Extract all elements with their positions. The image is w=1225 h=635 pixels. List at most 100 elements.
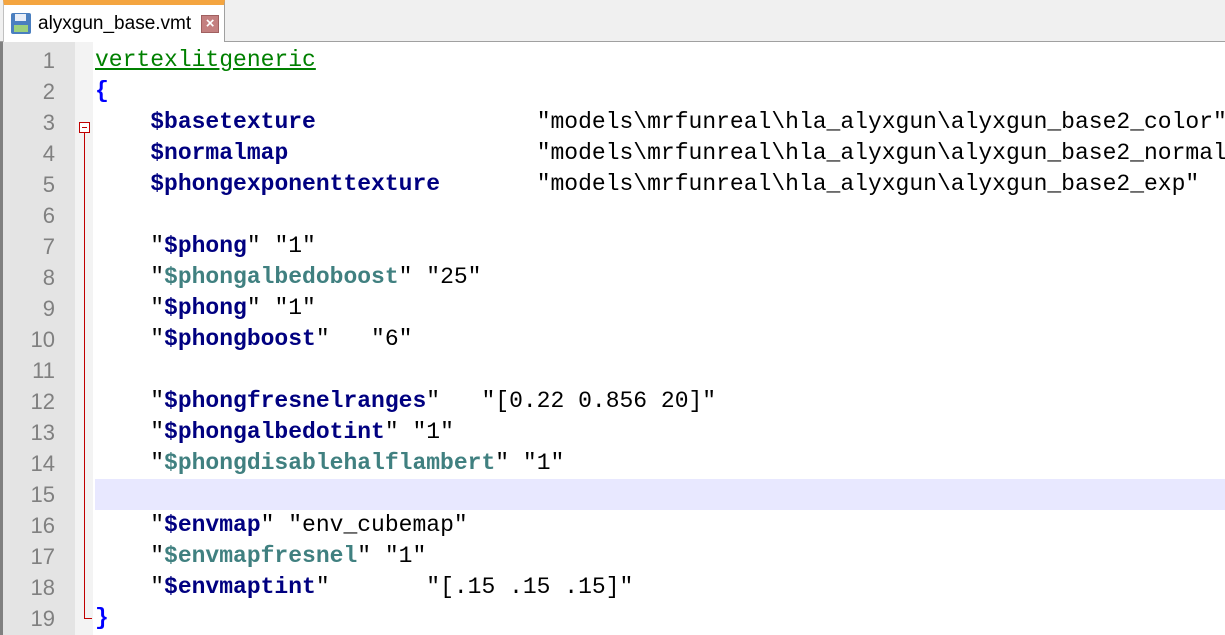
line-code[interactable]: "$phongdisablehalflambert" "1" bbox=[95, 448, 1225, 479]
code-token: " "env_cubemap" bbox=[260, 512, 468, 538]
code-token: " "1" bbox=[495, 450, 565, 476]
code-line[interactable]: 17 "$envmapfresnel" "1" bbox=[3, 541, 1225, 572]
code-line[interactable]: 3 $basetexture "models\mrfunreal\hla_aly… bbox=[3, 107, 1225, 138]
line-number: 4 bbox=[42, 141, 55, 166]
line-code[interactable]: { bbox=[95, 76, 1225, 107]
tab-label: alyxgun_base.vmt bbox=[38, 12, 192, 34]
code-token: $normalmap bbox=[150, 140, 289, 166]
code-token: $phong bbox=[164, 233, 247, 259]
line-code[interactable] bbox=[95, 355, 1225, 386]
save-icon bbox=[11, 13, 31, 34]
line-code[interactable]: "$phongfresnelranges" "[0.22 0.856 20]" bbox=[95, 386, 1225, 417]
code-editor[interactable]: 1 vertexlitgeneric 2{3 $basetexture "model… bbox=[0, 42, 1225, 635]
line-number: 8 bbox=[42, 265, 55, 290]
code-token: " bbox=[95, 574, 165, 600]
code-line[interactable]: 10 "$phongboost" "6" bbox=[3, 324, 1225, 355]
line-number: 10 bbox=[30, 327, 55, 352]
code-token: $envmaptint bbox=[164, 574, 316, 600]
line-code[interactable]: "$phongboost" "6" bbox=[95, 324, 1225, 355]
code-token: "models\mrfunreal\hla_alyxgun\alyxgun_ba… bbox=[315, 109, 1225, 135]
code-token: $phongdisablehalflambert bbox=[164, 450, 496, 476]
code-line[interactable]: 11 bbox=[3, 355, 1225, 386]
line-code[interactable]: "$phongalbedotint" "1" bbox=[95, 417, 1225, 448]
tab-alyxgun-base-vmt[interactable]: alyxgun_base.vmt × bbox=[3, 0, 225, 42]
code-token: $phongfresnelranges bbox=[164, 388, 427, 414]
code-line[interactable]: 16 "$envmap" "env_cubemap" bbox=[3, 510, 1225, 541]
code-token: $phongboost bbox=[164, 326, 316, 352]
fold-end bbox=[84, 618, 92, 619]
fold-line bbox=[84, 133, 85, 618]
code-line[interactable]: 1 vertexlitgeneric bbox=[3, 45, 1225, 76]
code-line[interactable]: 8 "$phongalbedoboost" "25" bbox=[3, 262, 1225, 293]
line-number: 3 bbox=[42, 110, 55, 135]
code-line[interactable]: 14 "$phongdisablehalflambert" "1" bbox=[3, 448, 1225, 479]
code-line[interactable]: 12 "$phongfresnelranges" "[0.22 0.856 20… bbox=[3, 386, 1225, 417]
code-line[interactable]: 2{ bbox=[3, 76, 1225, 107]
code-line[interactable]: 19} bbox=[3, 603, 1225, 634]
code-token: " bbox=[95, 450, 165, 476]
line-number: 14 bbox=[30, 451, 55, 476]
line-number: 13 bbox=[30, 420, 55, 445]
line-code[interactable]: } bbox=[95, 603, 1225, 634]
line-code[interactable]: "$phongalbedoboost" "25" bbox=[95, 262, 1225, 293]
code-token: " "1" bbox=[384, 419, 454, 445]
code-token: " "[0.22 0.856 20]" bbox=[426, 388, 717, 414]
code-line[interactable]: 5 $phongexponenttexture "models\mrfunrea… bbox=[3, 169, 1225, 200]
line-number: 16 bbox=[30, 513, 55, 538]
line-number: 15 bbox=[30, 482, 55, 507]
code-token: " bbox=[95, 512, 165, 538]
line-number: 7 bbox=[42, 234, 55, 259]
code-line[interactable]: 7 "$phong" "1" bbox=[3, 231, 1225, 262]
code-token: $phongalbedotint bbox=[164, 419, 385, 445]
line-number: 18 bbox=[30, 575, 55, 600]
tab-bar: alyxgun_base.vmt × bbox=[0, 0, 1225, 42]
code-token: " bbox=[95, 295, 165, 321]
line-number: 9 bbox=[42, 296, 55, 321]
code-token: " "1" bbox=[357, 543, 427, 569]
code-line[interactable]: 4 $normalmap "models\mrfunreal\hla_alyxg… bbox=[3, 138, 1225, 169]
line-number: 6 bbox=[42, 203, 55, 228]
code-token: vertexlitgeneric bbox=[95, 47, 316, 73]
code-line[interactable]: 6 bbox=[3, 200, 1225, 231]
line-code[interactable]: $basetexture "models\mrfunreal\hla_alyxg… bbox=[95, 107, 1225, 138]
line-number: 12 bbox=[30, 389, 55, 414]
code-token: " bbox=[95, 419, 165, 445]
code-line[interactable]: 13 "$phongalbedotint" "1" bbox=[3, 417, 1225, 448]
line-code[interactable]: $phongexponenttexture "models\mrfunreal\… bbox=[95, 169, 1225, 200]
code-lines[interactable]: 1 vertexlitgeneric 2{3 $basetexture "model… bbox=[3, 45, 1225, 634]
line-number: 17 bbox=[30, 544, 55, 569]
close-tab-icon[interactable]: × bbox=[201, 14, 220, 33]
code-token: " bbox=[95, 326, 165, 352]
code-token: " bbox=[95, 543, 165, 569]
fold-collapse-icon[interactable] bbox=[79, 122, 90, 133]
line-code[interactable]: "$phong" "1" bbox=[95, 293, 1225, 324]
line-code[interactable]: "$envmaptint" "[.15 .15 .15]" bbox=[95, 572, 1225, 603]
line-number: 5 bbox=[42, 172, 55, 197]
line-code[interactable]: "$phong" "1" bbox=[95, 231, 1225, 262]
line-number: 2 bbox=[42, 79, 55, 104]
code-token: $basetexture bbox=[150, 109, 316, 135]
code-token: $phong bbox=[164, 295, 247, 321]
code-line[interactable]: 15 bbox=[3, 479, 1225, 510]
code-line[interactable]: 18 "$envmaptint" "[.15 .15 .15]" bbox=[3, 572, 1225, 603]
code-token: $envmap bbox=[164, 512, 261, 538]
line-code[interactable]: vertexlitgeneric bbox=[95, 45, 1225, 76]
code-token: " "1" bbox=[246, 233, 316, 259]
code-token: "models\mrfunreal\hla_alyxgun\alyxgun_ba… bbox=[288, 140, 1225, 166]
line-code[interactable] bbox=[95, 200, 1225, 231]
code-line[interactable]: 9 "$phong" "1" bbox=[3, 293, 1225, 324]
line-number: 11 bbox=[32, 358, 55, 383]
code-token: $envmapfresnel bbox=[164, 543, 358, 569]
line-number: 19 bbox=[30, 606, 55, 631]
line-code[interactable] bbox=[95, 479, 1225, 510]
code-token: " "25" bbox=[398, 264, 482, 290]
code-token: " bbox=[95, 233, 165, 259]
line-code[interactable]: "$envmap" "env_cubemap" bbox=[95, 510, 1225, 541]
code-token: } bbox=[95, 605, 109, 631]
code-token: $phongexponenttexture bbox=[150, 171, 441, 197]
code-token: " "1" bbox=[246, 295, 316, 321]
line-code[interactable]: $normalmap "models\mrfunreal\hla_alyxgun… bbox=[95, 138, 1225, 169]
line-code[interactable]: "$envmapfresnel" "1" bbox=[95, 541, 1225, 572]
